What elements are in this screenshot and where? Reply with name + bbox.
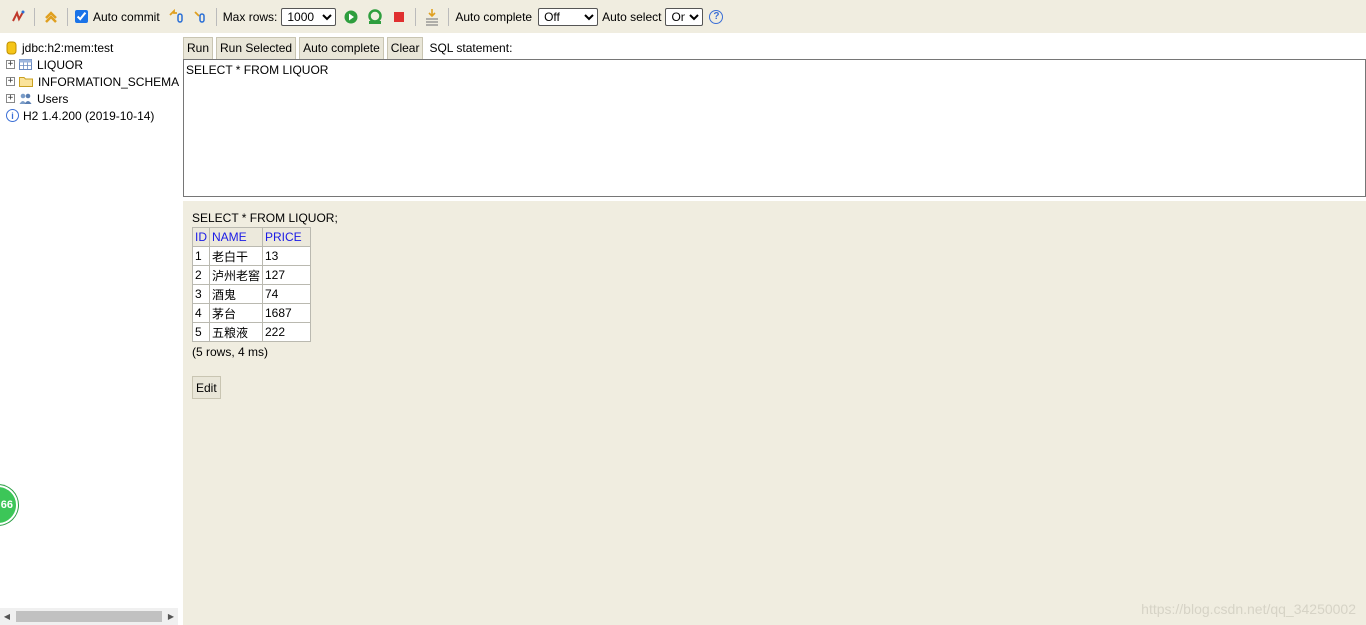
tree-version-info: i H2 1.4.200 (2019-10-14) xyxy=(6,107,154,124)
sql-statement-label: SQL statement: xyxy=(429,41,513,55)
auto-commit-checkbox[interactable] xyxy=(75,10,88,23)
cell-id: 1 xyxy=(192,246,210,266)
cell-price: 13 xyxy=(262,246,311,266)
tree-item-label: Users xyxy=(37,91,69,106)
version-label: H2 1.4.200 (2019-10-14) xyxy=(23,108,155,123)
expand-icon[interactable]: + xyxy=(6,94,15,103)
max-rows-label: Max rows: xyxy=(222,9,278,24)
expand-icon[interactable]: + xyxy=(6,60,15,69)
auto-complete-select[interactable]: Off xyxy=(538,7,599,26)
table-row: 5 五粮液 222 xyxy=(192,322,311,342)
schema-tree: jdbc:h2:mem:test + LIQUOR + INFORMATION_… xyxy=(0,33,183,625)
column-header-name[interactable]: NAME xyxy=(209,227,263,247)
query-button-bar: Run Run Selected Auto complete Clear SQL… xyxy=(183,36,512,60)
run-icon[interactable] xyxy=(342,8,360,26)
tree-horizontal-scrollbar[interactable]: ◀ ▶ xyxy=(0,608,178,625)
sql-editor[interactable]: SELECT * FROM LIQUOR xyxy=(183,59,1366,197)
floating-badge[interactable]: 66 xyxy=(0,485,18,525)
disconnect-icon[interactable] xyxy=(9,8,27,26)
history-icon[interactable] xyxy=(423,8,441,26)
table-icon xyxy=(19,59,32,70)
tree-item-information-schema[interactable]: + INFORMATION_SCHEMA xyxy=(6,73,179,90)
connection-label: jdbc:h2:mem:test xyxy=(22,40,114,55)
database-icon xyxy=(6,41,17,55)
stop-icon[interactable] xyxy=(390,8,408,26)
result-statement: SELECT * FROM LIQUOR; xyxy=(192,211,338,225)
watermark: https://blog.csdn.net/qq_34250002 xyxy=(1141,601,1356,617)
commit-icon[interactable] xyxy=(191,8,209,26)
run-selected-icon[interactable] xyxy=(366,8,384,26)
cell-name: 老白干 xyxy=(209,246,263,266)
info-icon: i xyxy=(6,109,19,122)
max-rows-select[interactable]: 1000 xyxy=(281,7,337,26)
auto-select-label: Auto select xyxy=(602,9,662,24)
cell-name: 茅台 xyxy=(209,303,263,323)
column-header-id[interactable]: ID xyxy=(192,227,210,247)
cell-price: 222 xyxy=(262,322,311,342)
cell-price: 127 xyxy=(262,265,311,285)
cell-id: 5 xyxy=(192,322,210,342)
query-panel: Run Run Selected Auto complete Clear SQL… xyxy=(183,33,1366,625)
clear-button[interactable]: Clear xyxy=(386,36,424,60)
folder-icon xyxy=(19,76,33,87)
tree-connection[interactable]: jdbc:h2:mem:test xyxy=(6,39,113,56)
auto-complete-label: Auto complete xyxy=(455,9,533,24)
auto-complete-button[interactable]: Auto complete xyxy=(299,36,384,60)
tree-item-label: INFORMATION_SCHEMA xyxy=(38,74,180,89)
tree-item-users[interactable]: + Users xyxy=(6,90,68,107)
result-panel: SELECT * FROM LIQUOR; ID NAME PRICE 1 老白… xyxy=(183,201,1366,625)
toolbar-separator xyxy=(415,7,417,26)
table-row: 1 老白干 13 xyxy=(192,246,311,266)
cell-name: 酒鬼 xyxy=(209,284,263,304)
auto-commit-label: Auto commit xyxy=(93,9,160,24)
toolbar-separator xyxy=(215,7,217,26)
result-table: ID NAME PRICE 1 老白干 13 2 泸州老窖 127 3 酒鬼 7… xyxy=(192,227,311,342)
users-icon xyxy=(19,92,32,105)
refresh-icon[interactable] xyxy=(42,8,60,26)
run-button[interactable]: Run xyxy=(183,36,214,60)
cell-price: 1687 xyxy=(262,303,311,323)
cell-id: 2 xyxy=(192,265,210,285)
column-header-price[interactable]: PRICE xyxy=(262,227,311,247)
run-selected-button[interactable]: Run Selected xyxy=(216,36,297,60)
tree-item-label: LIQUOR xyxy=(37,57,84,72)
tree-item-liquor[interactable]: + LIQUOR xyxy=(6,56,83,73)
rollback-icon[interactable] xyxy=(167,8,185,26)
expand-icon[interactable]: + xyxy=(6,77,15,86)
toolbar-separator xyxy=(67,7,68,26)
scroll-right-icon[interactable]: ▶ xyxy=(164,612,178,621)
auto-select-select[interactable]: On xyxy=(665,7,704,26)
table-row: 3 酒鬼 74 xyxy=(192,284,311,304)
result-summary: (5 rows, 4 ms) xyxy=(192,345,269,359)
floating-badge-text: 66 xyxy=(0,499,13,511)
cell-name: 五粮液 xyxy=(209,322,263,342)
cell-id: 3 xyxy=(192,284,210,304)
cell-name: 泸州老窖 xyxy=(209,265,263,285)
cell-price: 74 xyxy=(262,284,311,304)
toolbar: Auto commit Max rows: 1000 Auto complete… xyxy=(0,0,1366,33)
toolbar-separator xyxy=(34,7,35,26)
help-icon[interactable]: ? xyxy=(709,9,724,24)
edit-button[interactable]: Edit xyxy=(192,376,221,399)
cell-id: 4 xyxy=(192,303,210,323)
table-row: 4 茅台 1687 xyxy=(192,303,311,323)
result-header-row: ID NAME PRICE xyxy=(192,227,311,247)
toolbar-separator xyxy=(448,7,450,26)
scroll-left-icon[interactable]: ◀ xyxy=(0,612,14,621)
scroll-thumb[interactable] xyxy=(16,611,162,622)
table-row: 2 泸州老窖 127 xyxy=(192,265,311,285)
